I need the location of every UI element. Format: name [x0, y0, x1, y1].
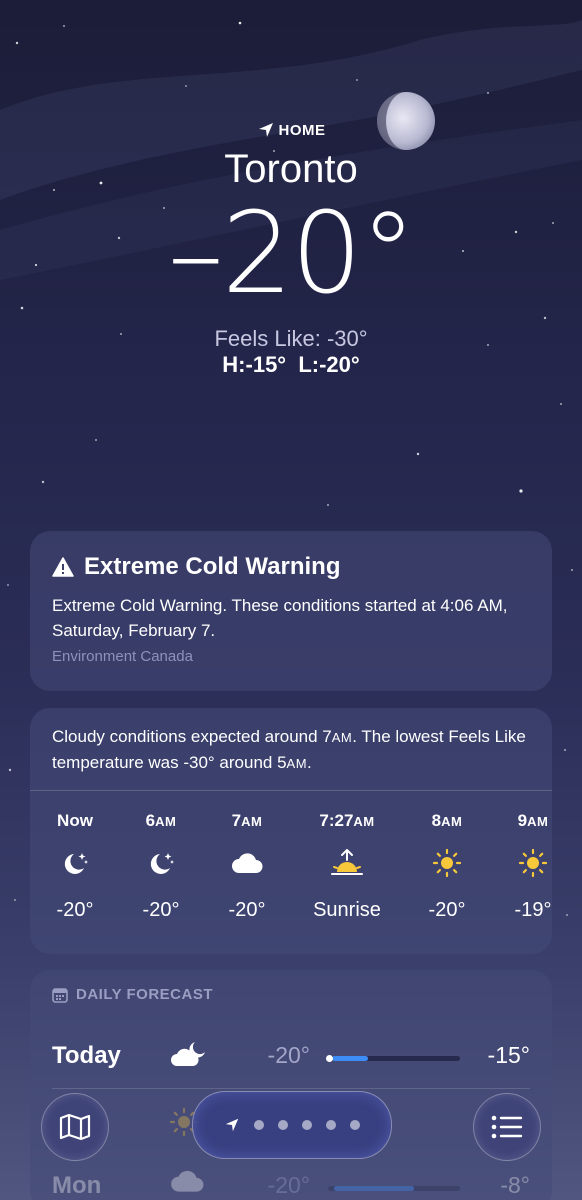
hour-temp: Sunrise [313, 899, 381, 921]
alert-title-row: Extreme Cold Warning [52, 551, 530, 583]
day-row[interactable]: Today -20° -15° [52, 1036, 530, 1076]
warning-icon [52, 557, 74, 577]
day-name: Today [52, 1042, 121, 1069]
hour-time: 7:27AM [302, 811, 392, 831]
daily-forecast-title: DAILY FORECAST [76, 986, 214, 1003]
day-row[interactable]: Mon -20° -8° [52, 1166, 530, 1200]
day-name: Mon [52, 1172, 102, 1199]
summary-text-3: . [307, 753, 312, 772]
sunrise-icon [302, 847, 392, 879]
hour-time-value: 8 [431, 811, 442, 830]
city-name: Toronto [224, 147, 358, 191]
hour-time-value: 9 [517, 811, 528, 830]
location-tag-label: HOME [278, 121, 326, 139]
row-divider [52, 1088, 530, 1089]
locations-list-button[interactable] [473, 1093, 541, 1161]
list-icon [491, 1115, 523, 1139]
hour-time-suffix: AM [155, 814, 177, 829]
calendar-icon [52, 987, 68, 1003]
location-tag: HOME [0, 118, 582, 142]
temperature-range-fill [334, 1186, 414, 1191]
hour-time: 6AM [116, 811, 206, 831]
summary-am-1: AM [331, 730, 353, 745]
hour-time: 7AM [202, 811, 292, 831]
hour-time-value: 7 [231, 811, 242, 830]
page-dot[interactable] [350, 1120, 360, 1130]
hour-temp: -20° [228, 899, 266, 921]
day-low: -20° [267, 1172, 310, 1198]
current-temperature: –20° [167, 189, 417, 319]
cloud-moon-icon [169, 1038, 209, 1074]
current-conditions: HOME Toronto –20° Feels Like: -30° H:-15… [0, 118, 582, 378]
daily-forecast-header: DAILY FORECAST [52, 986, 213, 1003]
temperature-range-fill [332, 1056, 368, 1061]
feels-like: Feels Like: -30° [214, 326, 368, 351]
hour-time-value: 7:27 [319, 811, 354, 830]
hour-temp: -20° [142, 899, 180, 921]
hour-time: 8AM [402, 811, 492, 831]
page-dot[interactable] [302, 1120, 312, 1130]
hour-temp: -19° [514, 899, 552, 921]
alert-body: Extreme Cold Warning. These conditions s… [52, 596, 508, 640]
hour-time-suffix: AM [441, 814, 463, 829]
hour-temp: -20° [56, 899, 94, 921]
current-temp-dot [326, 1055, 333, 1062]
location-arrow-icon [258, 123, 273, 137]
hour-time-value: Now [57, 811, 93, 830]
page-dot[interactable] [326, 1120, 336, 1130]
page-dot[interactable] [254, 1120, 264, 1130]
hour-time: Now [30, 811, 120, 831]
temperature-range-bar [326, 1055, 460, 1062]
day-high: -15° [487, 1042, 530, 1068]
hour-time-suffix: AM [353, 814, 375, 829]
sun-icon [402, 847, 492, 879]
hour-time-suffix: AM [527, 814, 549, 829]
sun-icon [488, 847, 578, 879]
daily-forecast-card[interactable]: DAILY FORECAST Today -20° -15° Mon -20° … [30, 970, 552, 1200]
day-high: -8° [500, 1172, 530, 1198]
hourly-forecast-card[interactable]: Cloudy conditions expected around 7AM. T… [30, 708, 552, 954]
page-dot[interactable] [278, 1120, 288, 1130]
location-pager[interactable] [192, 1091, 392, 1159]
summary-am-2: AM [286, 756, 308, 771]
high-low: H:-15° L:-20° [222, 352, 360, 377]
hour-time: 9AM [488, 811, 578, 831]
map-icon [59, 1113, 91, 1141]
location-arrow-icon[interactable] [224, 1117, 240, 1133]
alert-title: Extreme Cold Warning [84, 553, 341, 580]
hour-time-value: 6 [145, 811, 156, 830]
hourly-scroll[interactable]: Now -20° 6AM -20° 7AM -20° 7:27AM Sunris… [30, 791, 552, 941]
moon-stars-icon [30, 847, 120, 879]
map-button[interactable] [41, 1093, 109, 1161]
alert-card[interactable]: Extreme Cold Warning Extreme Cold Warnin… [30, 531, 552, 691]
cloud-icon [202, 847, 292, 879]
summary-text-1: Cloudy conditions expected around 7 [52, 727, 332, 746]
temperature-range-bar [328, 1186, 460, 1191]
day-low: -20° [267, 1042, 310, 1068]
alert-source: Environment Canada [52, 648, 193, 665]
moon-stars-icon [116, 847, 206, 879]
hourly-summary: Cloudy conditions expected around 7AM. T… [30, 708, 552, 791]
cloud-icon [169, 1168, 209, 1200]
hour-temp: -20° [428, 899, 466, 921]
hour-time-suffix: AM [241, 814, 263, 829]
